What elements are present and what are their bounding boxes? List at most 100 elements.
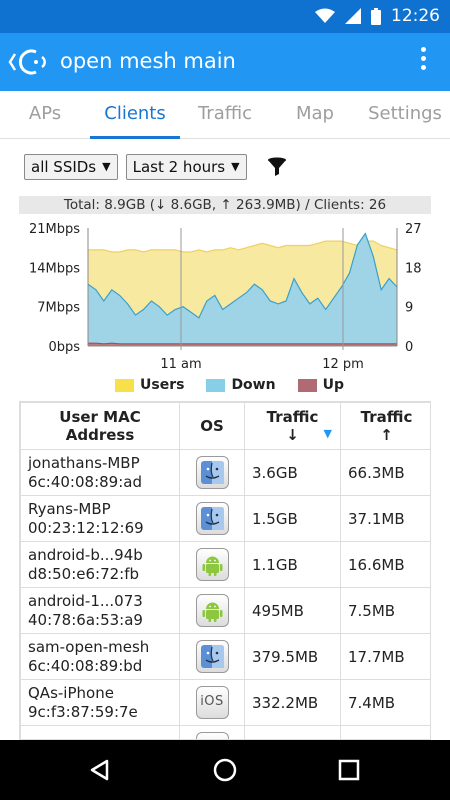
col-header-traffic-up-label: Traffic	[360, 408, 413, 426]
cell-signal-icon	[345, 8, 361, 24]
col-header-traffic-down-label: Traffic	[266, 408, 319, 426]
client-cell: android-b...94b d8:50:e6:72:fb	[20, 541, 180, 588]
legend-swatch-users	[115, 378, 134, 392]
col-header-mac[interactable]: User MAC Address	[20, 402, 180, 450]
y-left-tick-label: 14Mbps	[29, 261, 80, 276]
col-header-os[interactable]: OS	[179, 402, 245, 450]
traffic-down-cell: 379.5MB	[244, 633, 341, 680]
home-icon[interactable]	[212, 757, 238, 783]
col-header-traffic-down[interactable]: Traffic ↓ ▼	[244, 402, 341, 450]
clients-table: User MAC Address OS Traffic ↓ ▼ Traffic …	[19, 401, 431, 740]
ios-label: iOS	[200, 694, 224, 709]
status-bar: 12:26	[0, 0, 450, 33]
android-icon	[195, 548, 229, 581]
client-cell: android-1...073 40:78:6a:53:a9	[20, 587, 180, 634]
table-row[interactable]: android-1...073 40:78:6a:53:a9 495MB 7.5MB	[20, 587, 430, 634]
status-time: 12:26	[391, 6, 440, 26]
open-mesh-logo-icon[interactable]	[6, 46, 56, 78]
tab-aps[interactable]: APs	[0, 91, 90, 139]
active-tab-indicator	[90, 136, 180, 139]
tab-clients[interactable]: Clients	[90, 91, 180, 139]
chart-legend: Users Down Up	[115, 377, 344, 393]
traffic-up-cell: 17.7MB	[340, 633, 430, 680]
table-row[interactable]: QAs-iPhone 9c:f3:87:59:7e iOS 332.2MB 7.4MB	[20, 679, 430, 726]
traffic-down-cell	[244, 725, 341, 739]
table-row[interactable]: android-b...94b d8:50:e6:72:fb 1.1GB 16.6MB	[20, 541, 430, 588]
client-mac: 9c:f3:87:59:7e	[28, 702, 138, 721]
tab-bar: APs Clients Traffic Map Settings	[0, 91, 450, 139]
traffic-down-cell: 332.2MB	[244, 679, 341, 726]
legend-item-users: Users	[115, 377, 184, 393]
chevron-down-icon: ▼	[231, 160, 240, 173]
time-range-select[interactable]: Last 2 hours ▼	[125, 154, 247, 180]
app-title: open mesh main	[60, 49, 236, 73]
client-cell: Ryans-MBP 00:23:12:12:69	[20, 495, 180, 542]
traffic-up-cell: 7.4MB	[340, 679, 430, 726]
tab-settings[interactable]: Settings	[358, 91, 450, 139]
legend-item-down: Down	[206, 377, 276, 393]
tab-traffic[interactable]: Traffic	[180, 91, 270, 139]
android-icon	[195, 732, 229, 739]
client-mac: 40:78:6a:53:a9	[28, 610, 143, 629]
traffic-summary: Total: 8.9GB (↓ 8.6GB, ↑ 263.9MB) / Clie…	[19, 196, 431, 214]
tab-map[interactable]: Map	[270, 91, 360, 139]
mac-finder-icon	[195, 456, 229, 489]
overflow-menu-icon[interactable]	[418, 47, 428, 77]
y-right-tick-label: 9	[405, 301, 413, 316]
os-cell	[179, 541, 245, 588]
legend-label-up: Up	[322, 377, 344, 393]
traffic-up-cell: 7.5MB	[340, 587, 430, 634]
table-row[interactable]: jonathans-MBP 6c:40:08:89:ad 3.6GB 66.3MB	[20, 449, 430, 496]
system-nav-bar	[0, 740, 450, 800]
time-range-select-value: Last 2 hours	[132, 158, 226, 176]
table-header-row: User MAC Address OS Traffic ↓ ▼ Traffic …	[20, 402, 430, 450]
traffic-down-cell: 495MB	[244, 587, 341, 634]
battery-icon	[371, 7, 381, 25]
filter-row: all SSIDs ▼ Last 2 hours ▼	[24, 154, 287, 180]
os-cell: iOS	[179, 679, 245, 726]
back-icon[interactable]	[88, 758, 112, 782]
traffic-down-cell: 3.6GB	[244, 449, 341, 496]
traffic-up-cell: 37.1MB	[340, 495, 430, 542]
arrow-up-icon: ↑	[380, 426, 393, 444]
y-right-tick-label: 18	[405, 261, 422, 276]
client-mac: d8:50:e6:72:fb	[28, 564, 140, 583]
filter-icon[interactable]	[267, 157, 287, 177]
y-left-tick-label: 21Mbps	[29, 222, 80, 237]
client-name: sam-open-mesh	[28, 637, 150, 656]
sort-desc-icon: ▼	[323, 427, 332, 440]
client-mac: 6c:40:08:89:bd	[28, 656, 143, 675]
legend-item-up: Up	[297, 377, 344, 393]
client-name: android-b...94b	[28, 545, 143, 564]
client-name: android-1...073	[28, 591, 143, 610]
os-cell	[179, 449, 245, 496]
col-header-traffic-up[interactable]: Traffic ↑	[340, 402, 430, 450]
recents-icon[interactable]	[338, 759, 360, 781]
client-name: Ryans-MBP	[28, 499, 111, 518]
client-mac: 6c:40:08:89:ad	[28, 472, 142, 491]
legend-label-down: Down	[231, 377, 276, 393]
app-bar: open mesh main	[0, 33, 450, 91]
wifi-icon	[315, 8, 335, 23]
ios-icon: iOS	[195, 686, 229, 719]
client-cell: sam-open-mesh 6c:40:08:89:bd	[20, 633, 180, 680]
legend-swatch-down	[206, 378, 226, 392]
y-right-tick-label: 0	[405, 340, 413, 355]
x-tick-label: 11 am	[160, 357, 201, 372]
traffic-up-cell: 66.3MB	[340, 449, 430, 496]
table-row[interactable]: android-6...44b	[20, 725, 430, 739]
os-cell	[179, 725, 245, 739]
table-row[interactable]: Ryans-MBP 00:23:12:12:69 1.5GB 37.1MB	[20, 495, 430, 542]
y-left-tick-label: 7Mbps	[37, 301, 80, 316]
os-cell	[179, 587, 245, 634]
traffic-chart: 11 am 12 pm 21Mbps 14Mbps 7Mbps 0bps 27 18 9 0	[29, 222, 422, 372]
client-name: QAs-iPhone	[28, 683, 114, 702]
mac-finder-icon	[195, 502, 229, 535]
ssid-select-value: all SSIDs	[31, 158, 97, 176]
os-cell	[179, 633, 245, 680]
table-row[interactable]: sam-open-mesh 6c:40:08:89:bd 379.5MB 17.7MB	[20, 633, 430, 680]
y-right-tick-label: 27	[405, 222, 422, 237]
client-cell: QAs-iPhone 9c:f3:87:59:7e	[20, 679, 180, 726]
legend-swatch-up	[297, 378, 317, 392]
ssid-select[interactable]: all SSIDs ▼	[24, 154, 118, 180]
